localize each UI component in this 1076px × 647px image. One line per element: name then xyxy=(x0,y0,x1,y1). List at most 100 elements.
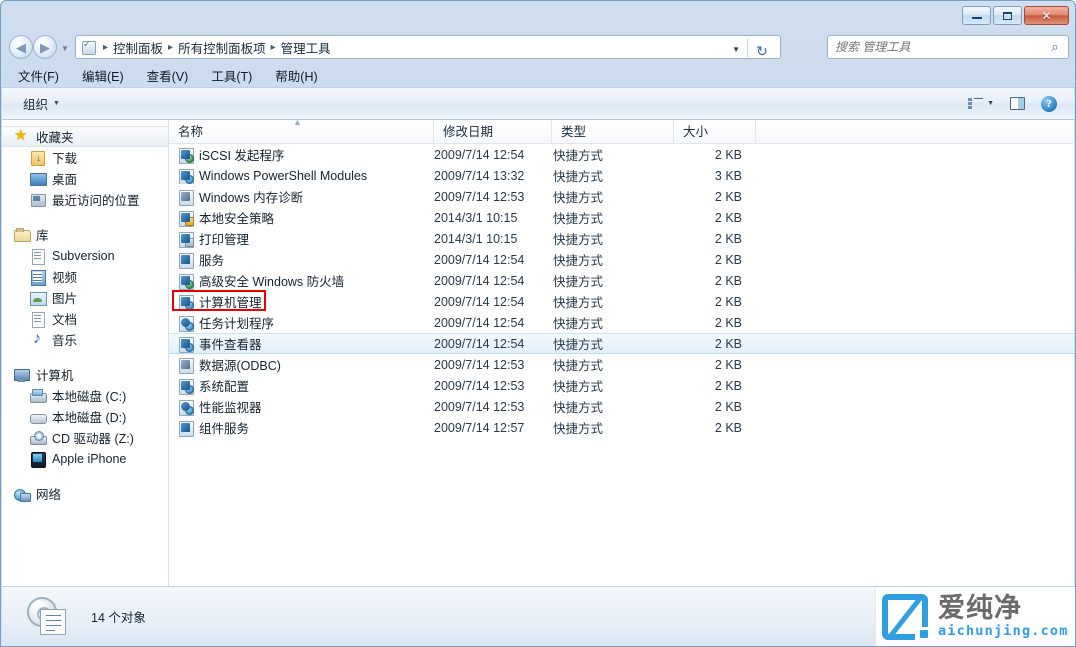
icon-badge xyxy=(185,238,194,247)
table-row[interactable]: 数据源(ODBC)2009/7/14 12:53快捷方式2 KB xyxy=(169,354,1074,375)
table-row[interactable]: 计算机管理2009/7/14 12:54快捷方式2 KB xyxy=(169,291,1074,312)
shortcut-icon xyxy=(178,399,194,415)
shortcut-icon xyxy=(178,252,194,268)
table-row[interactable]: 服务2009/7/14 12:54快捷方式2 KB xyxy=(169,249,1074,270)
refresh-icon[interactable]: ↻ xyxy=(750,40,774,59)
table-row[interactable]: 事件查看器2009/7/14 12:54快捷方式2 KB xyxy=(169,333,1074,354)
menu-view[interactable]: 查看(V) xyxy=(144,64,192,87)
sidebar-item-文档[interactable]: 文档 xyxy=(2,308,168,329)
hard-drive-icon xyxy=(30,409,46,425)
cell-size: 2 KB xyxy=(674,358,756,372)
table-row[interactable]: 任务计划程序2009/7/14 12:54快捷方式2 KB xyxy=(169,312,1074,333)
sidebar-item-下载[interactable]: 下载 xyxy=(2,147,168,168)
organize-button[interactable]: 组织 ▼ xyxy=(18,91,65,116)
search-icon[interactable]: ⌕ xyxy=(1042,39,1068,55)
help-button[interactable]: ? xyxy=(1038,94,1060,114)
cell-type: 快捷方式 xyxy=(552,313,674,332)
sidebar-item-音乐[interactable]: 音乐 xyxy=(2,329,168,350)
cell-type: 快捷方式 xyxy=(552,145,674,164)
table-row[interactable]: 组件服务2009/7/14 12:57快捷方式2 KB xyxy=(169,417,1074,438)
sidebar-item-最近访问的位置[interactable]: 最近访问的位置 xyxy=(2,189,168,210)
column-header-extra[interactable] xyxy=(756,120,1074,144)
sidebar-item-视频[interactable]: 视频 xyxy=(2,266,168,287)
cell-type: 快捷方式 xyxy=(552,166,674,185)
watermark-text: 爱纯净 aichunjing.com xyxy=(938,595,1069,639)
table-row[interactable]: 本地安全策略2014/3/1 10:15快捷方式2 KB xyxy=(169,207,1074,228)
breadcrumb-separator-0: ▸ xyxy=(103,42,108,53)
nav-group-3: 网络 xyxy=(2,483,168,504)
recent-pages-caret-icon[interactable]: ▼ xyxy=(61,44,69,53)
address-bar[interactable]: ▸ 控制面板 ▸ 所有控制面板项 ▸ 管理工具 ▼ ↻ xyxy=(75,35,781,59)
cell-type: 快捷方式 xyxy=(552,376,674,395)
search-input[interactable] xyxy=(828,40,1042,54)
cell-type: 快捷方式 xyxy=(552,250,674,269)
explorer-body: 收藏夹下载桌面最近访问的位置库Subversion视频图片文档音乐计算机本地磁盘… xyxy=(2,120,1074,586)
column-header-date[interactable]: 修改日期 xyxy=(434,120,552,144)
maximize-button[interactable] xyxy=(993,6,1022,25)
menu-help[interactable]: 帮助(H) xyxy=(272,64,320,87)
sidebar-header-计算机[interactable]: 计算机 xyxy=(2,364,168,385)
preview-pane-icon xyxy=(1010,97,1025,110)
phone-icon xyxy=(30,451,46,467)
sidebar-item-桌面[interactable]: 桌面 xyxy=(2,168,168,189)
icon-badge xyxy=(185,301,194,310)
forward-arrow-icon: ▶ xyxy=(40,41,50,54)
cell-name: 打印管理 xyxy=(169,229,434,248)
sidebar-header-库[interactable]: 库 xyxy=(2,224,168,245)
sidebar-item-图片[interactable]: 图片 xyxy=(2,287,168,308)
sidebar-header-网络[interactable]: 网络 xyxy=(2,483,168,504)
cell-size: 2 KB xyxy=(674,253,756,267)
table-row[interactable]: 性能监视器2009/7/14 12:53快捷方式2 KB xyxy=(169,396,1074,417)
column-header-type[interactable]: 类型 xyxy=(552,120,674,144)
back-arrow-icon: ◀ xyxy=(16,41,26,54)
icon-badge xyxy=(185,385,194,394)
menu-file[interactable]: 文件(F) xyxy=(15,64,62,87)
logo-dot xyxy=(920,630,928,638)
sidebar-item-本地磁盘 (C:)[interactable]: 本地磁盘 (C:) xyxy=(2,385,168,406)
table-row[interactable]: 系统配置2009/7/14 12:53快捷方式2 KB xyxy=(169,375,1074,396)
breadcrumb-item-0[interactable]: 控制面板 xyxy=(113,38,163,57)
shortcut-icon xyxy=(178,294,194,310)
sidebar-item-本地磁盘 (D:)[interactable]: 本地磁盘 (D:) xyxy=(2,406,168,427)
search-box[interactable]: ⌕ xyxy=(827,35,1069,59)
table-row[interactable]: Windows 内存诊断2009/7/14 12:53快捷方式2 KB xyxy=(169,186,1074,207)
preview-pane-button[interactable] xyxy=(1007,95,1028,112)
sidebar-header-收藏夹[interactable]: 收藏夹 xyxy=(2,126,168,147)
icon-badge xyxy=(185,154,194,163)
cell-size: 2 KB xyxy=(674,379,756,393)
breadcrumb-item-1[interactable]: 所有控制面板项 xyxy=(178,38,266,57)
table-row[interactable]: Windows PowerShell Modules2009/7/14 13:3… xyxy=(169,165,1074,186)
cd-drive-icon xyxy=(30,430,46,446)
shortcut-icon xyxy=(178,357,194,373)
sidebar-header-label: 库 xyxy=(36,225,49,244)
table-row[interactable]: iSCSI 发起程序2009/7/14 12:54快捷方式2 KB xyxy=(169,144,1074,165)
shortcut-icon xyxy=(178,378,194,394)
column-header-size[interactable]: 大小 xyxy=(674,120,756,144)
menu-tools[interactable]: 工具(T) xyxy=(208,64,255,87)
table-row[interactable]: 高级安全 Windows 防火墙2009/7/14 12:54快捷方式2 KB xyxy=(169,270,1074,291)
sidebar-item-CD 驱动器 (Z:)[interactable]: CD 驱动器 (Z:) xyxy=(2,427,168,448)
menu-edit[interactable]: 编辑(E) xyxy=(79,64,127,87)
cell-name: Windows PowerShell Modules xyxy=(169,168,434,184)
minimize-button[interactable] xyxy=(962,6,991,25)
cell-size: 2 KB xyxy=(674,295,756,309)
change-view-button[interactable]: ▼ xyxy=(965,96,997,112)
forward-button[interactable]: ▶ xyxy=(33,35,57,59)
file-rows: iSCSI 发起程序2009/7/14 12:54快捷方式2 KBWindows… xyxy=(169,144,1074,438)
cell-date: 2014/3/1 10:15 xyxy=(434,211,552,225)
sidebar-item-Subversion[interactable]: Subversion xyxy=(2,245,168,266)
back-button[interactable]: ◀ xyxy=(9,35,33,59)
navigation-pane[interactable]: 收藏夹下载桌面最近访问的位置库Subversion视频图片文档音乐计算机本地磁盘… xyxy=(2,120,169,586)
cell-type: 快捷方式 xyxy=(552,334,674,353)
sidebar-item-Apple iPhone[interactable]: Apple iPhone xyxy=(2,448,168,469)
page-icon xyxy=(40,609,66,635)
nav-spacer xyxy=(2,212,168,224)
address-dropdown-icon[interactable]: ▼ xyxy=(732,45,740,54)
breadcrumb-item-2[interactable]: 管理工具 xyxy=(281,38,331,57)
table-row[interactable]: 打印管理2014/3/1 10:15快捷方式2 KB xyxy=(169,228,1074,249)
cell-type: 快捷方式 xyxy=(552,187,674,206)
file-name-label: 事件查看器 xyxy=(199,334,262,353)
shortcut-icon xyxy=(178,168,194,184)
nav-group-0: 收藏夹下载桌面最近访问的位置 xyxy=(2,126,168,210)
close-button[interactable]: ✕ xyxy=(1024,6,1069,25)
